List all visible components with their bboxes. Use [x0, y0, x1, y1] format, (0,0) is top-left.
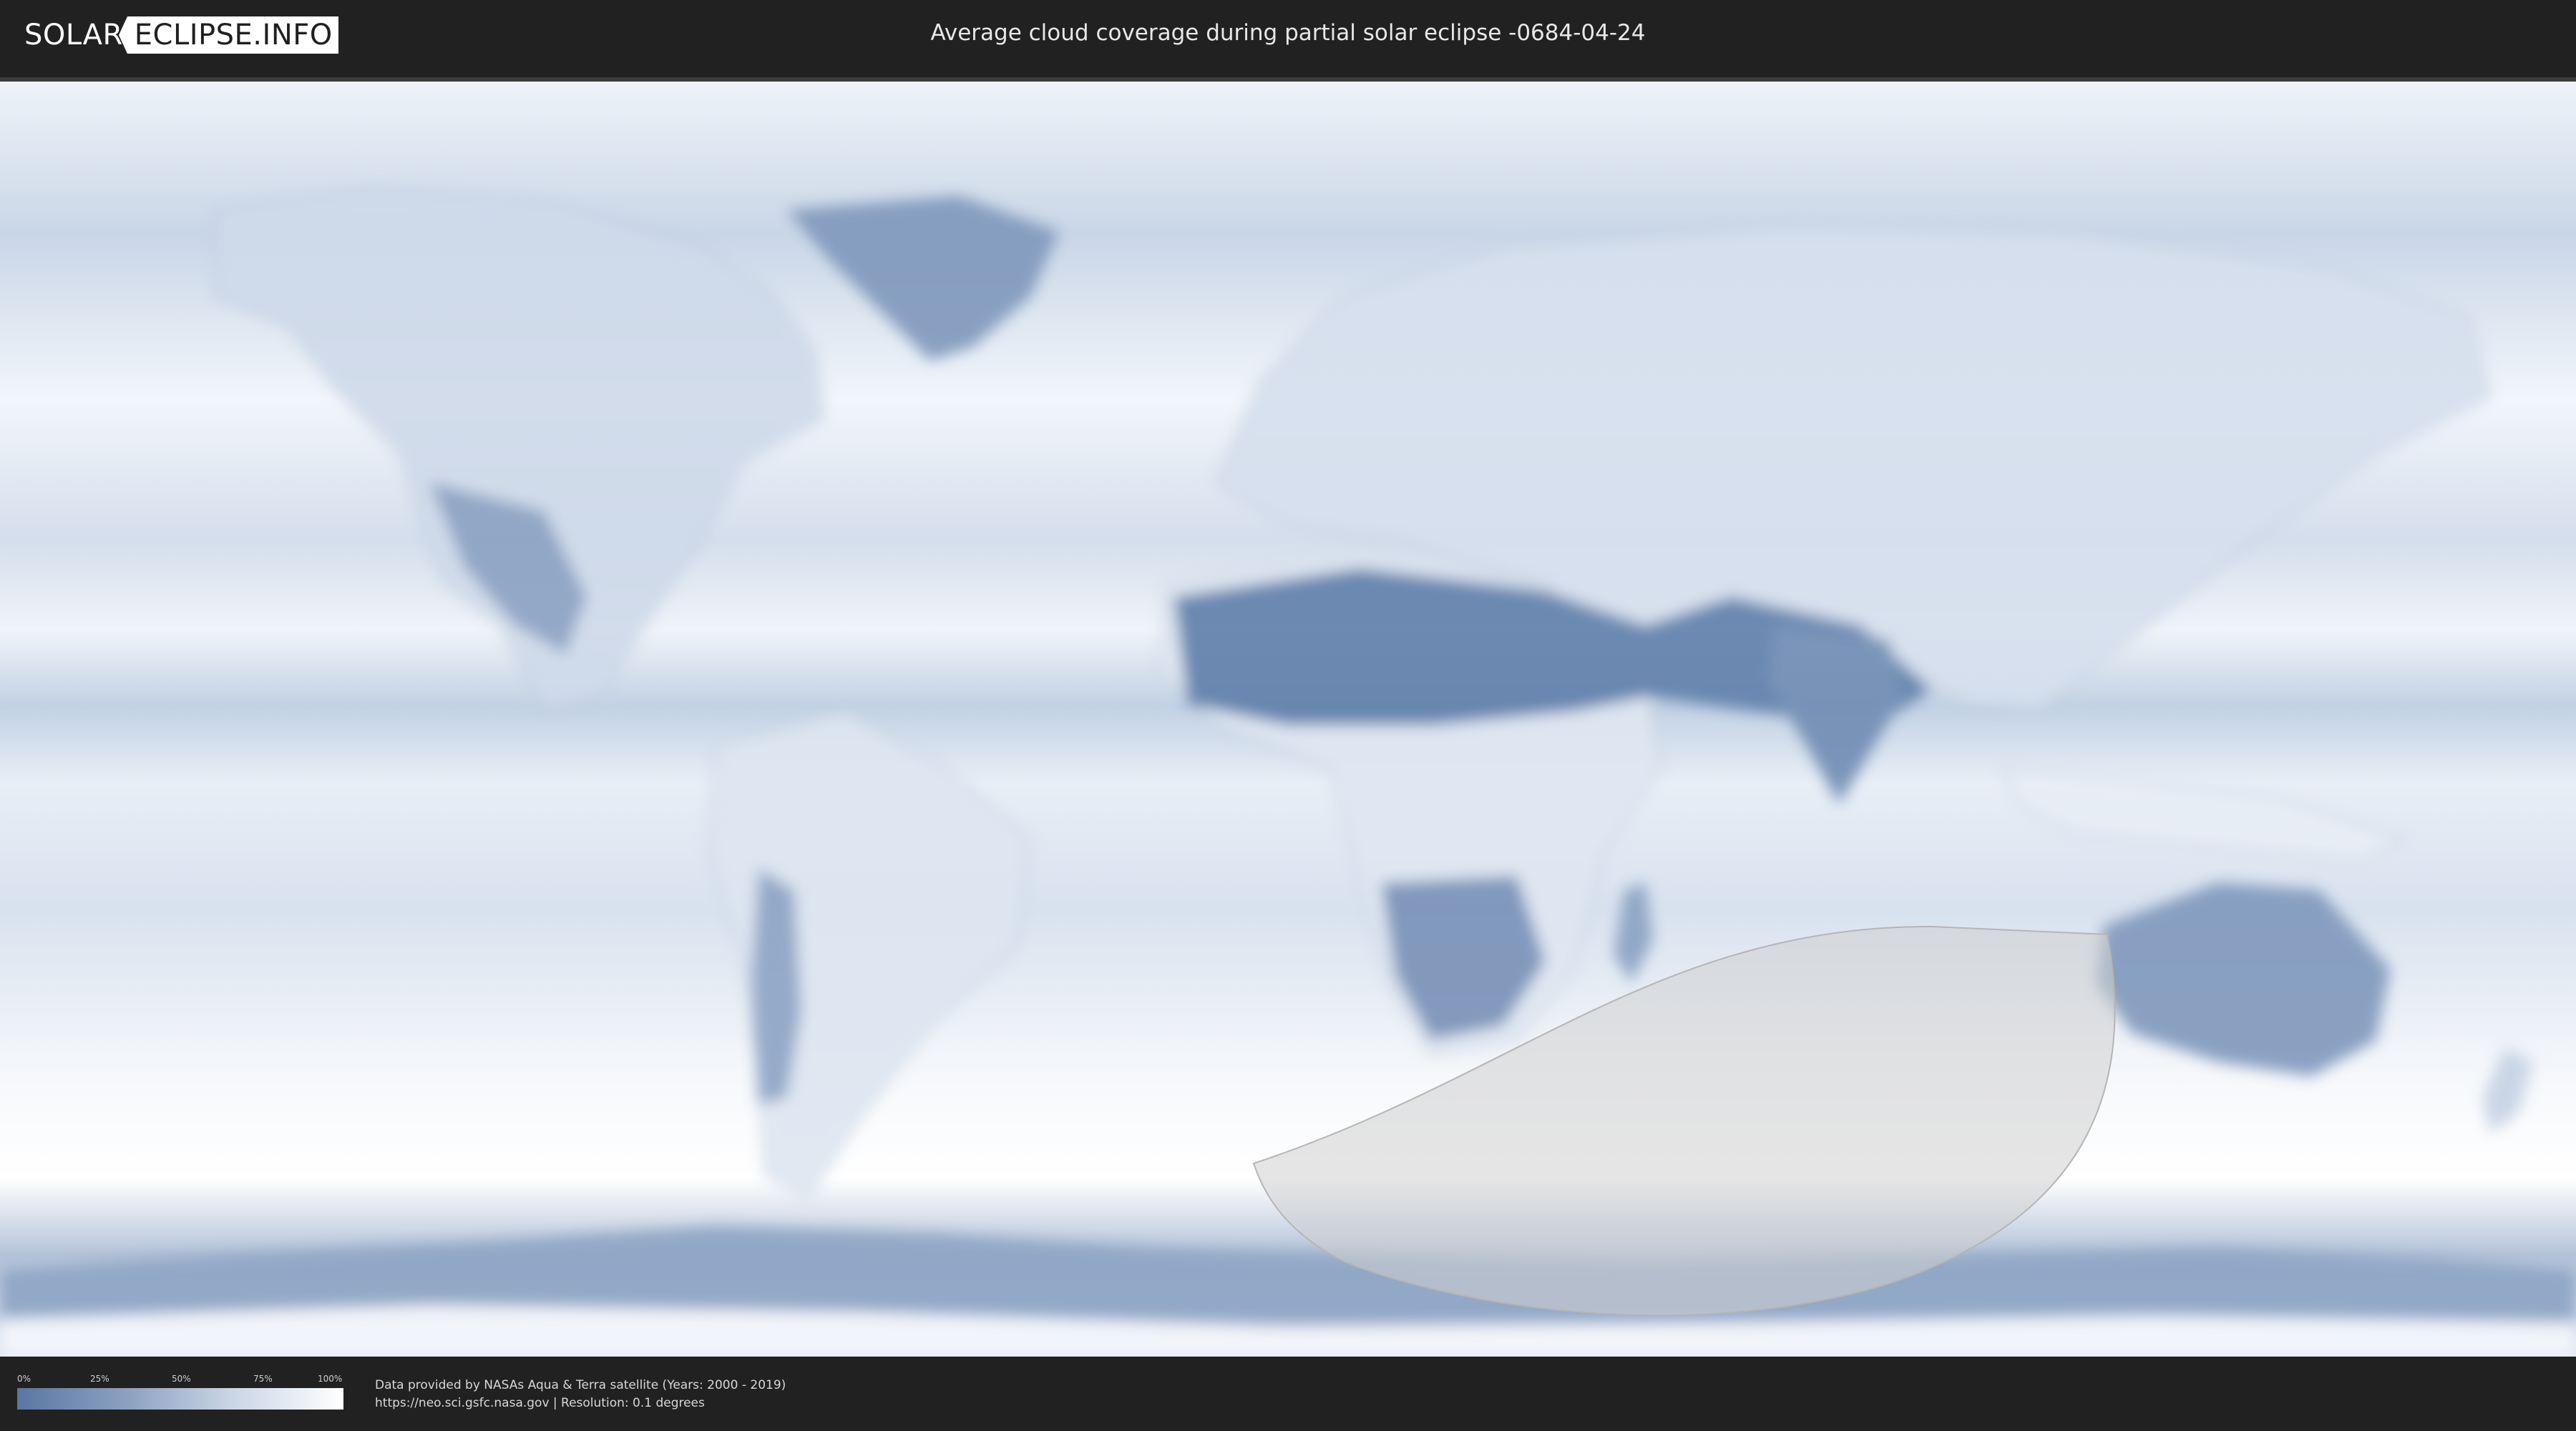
legend-label-50: 50%	[172, 1374, 191, 1384]
legend-label-0: 0%	[17, 1374, 31, 1384]
legend-color-bar	[17, 1388, 343, 1410]
legend-label-100: 100%	[318, 1374, 343, 1384]
world-map[interactable]	[0, 77, 2576, 1357]
legend-labels: 0% 25% 50% 75% 100%	[17, 1374, 343, 1385]
legend-label-25: 25%	[90, 1374, 109, 1384]
cloud-coverage-legend: 0% 25% 50% 75% 100%	[17, 1374, 343, 1410]
page-title: Average cloud coverage during partial so…	[930, 20, 1646, 46]
legend-label-75: 75%	[253, 1374, 273, 1384]
source-line[interactable]: https://neo.sci.gsfc.nasa.gov | Resoluti…	[375, 1395, 786, 1412]
data-credits: Data provided by NASAs Aqua & Terra sate…	[375, 1377, 786, 1412]
header-bar: SOLAR ECLIPSE.INFO Average cloud coverag…	[0, 0, 2576, 72]
cloud-coverage-map	[0, 82, 2576, 1357]
footer-bar: 0% 25% 50% 75% 100% Data provided by NAS…	[0, 1357, 2576, 1431]
credit-line: Data provided by NASAs Aqua & Terra sate…	[375, 1378, 786, 1392]
